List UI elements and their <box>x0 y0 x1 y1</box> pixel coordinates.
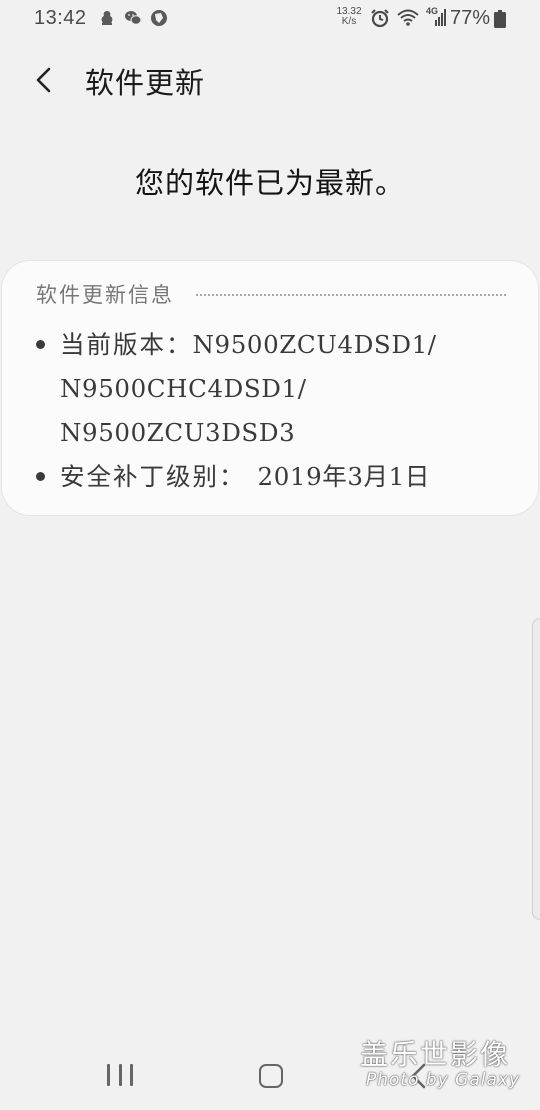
notification-icons <box>98 9 168 27</box>
chevron-left-icon <box>36 67 51 93</box>
photo-watermark: 盖乐世影像 Photo by Galaxy <box>360 1038 530 1091</box>
bullet-icon <box>36 340 45 349</box>
current-version-label: 当前版本： <box>60 330 193 359</box>
browser-icon <box>151 10 167 26</box>
dotted-divider <box>196 294 506 296</box>
card-title: 软件更新信息 <box>36 283 174 307</box>
watermark-title: 盖乐世影像 <box>360 1038 511 1071</box>
status-time: 13:42 <box>34 7 87 29</box>
alarm-icon <box>371 9 389 28</box>
bullet-icon <box>36 472 45 481</box>
current-version-value-2: N9500CHC4DSD1/ <box>60 374 307 403</box>
app-header: 软件更新 <box>0 52 540 112</box>
watermark-subtitle: Photo by Galaxy <box>366 1070 521 1090</box>
network-speed: 13.32 K/s <box>334 7 364 27</box>
security-patch-label: 安全补丁级别： <box>60 462 246 491</box>
app-notification-icon <box>101 11 113 25</box>
update-info-card: 软件更新信息 当前版本：N9500ZCU4DSD1/ N9500CHC4DSD1… <box>2 261 538 515</box>
wechat-icon <box>125 11 142 25</box>
list-item-current-version: 当前版本：N9500ZCU4DSD1/ N9500CHC4DSD1/ N9500… <box>32 323 512 455</box>
recents-button[interactable] <box>107 1064 133 1088</box>
system-icons: 4G <box>370 6 446 28</box>
current-version-value-1: N9500ZCU4DSD1/ <box>192 330 437 359</box>
back-button[interactable] <box>28 60 58 100</box>
signal-icon: 4G <box>426 6 446 28</box>
security-patch-value: 2019年3月1日 <box>257 462 430 491</box>
current-version-value-3: N9500ZCU3DSD3 <box>60 418 296 447</box>
page-title: 软件更新 <box>85 66 206 100</box>
info-list: 当前版本：N9500ZCU4DSD1/ N9500CHC4DSD1/ N9500… <box>32 323 512 499</box>
list-item-security-patch: 安全补丁级别： 2019年3月1日 <box>32 455 512 499</box>
battery-percentage: 77% <box>450 7 491 29</box>
wifi-icon <box>397 9 419 26</box>
up-to-date-message: 您的软件已为最新。 <box>134 166 405 200</box>
edge-panel-handle[interactable] <box>532 618 540 920</box>
battery-icon <box>494 10 506 28</box>
card-header: 软件更新信息 <box>36 279 506 309</box>
net-speed-unit: K/s <box>341 16 357 27</box>
home-button[interactable] <box>259 1064 283 1088</box>
status-bar: 13:42 13.32 K/s 4G 77% <box>0 0 540 40</box>
